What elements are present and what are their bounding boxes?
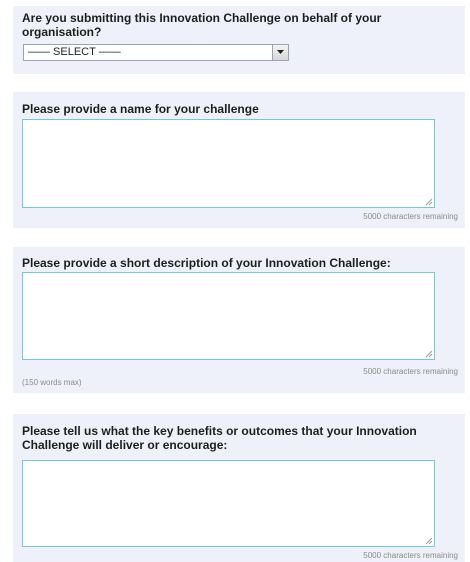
name-char-counter: 5000 characters remaining: [363, 212, 458, 221]
challenge-name-textarea[interactable]: [22, 119, 435, 208]
description-word-limit-hint: (150 words max): [22, 378, 82, 387]
description-char-counter: 5000 characters remaining: [363, 367, 458, 376]
challenge-description-textarea[interactable]: [22, 272, 435, 360]
resize-handle-icon[interactable]: [425, 537, 433, 545]
question-benefits-section: Please tell us what the key benefits or …: [13, 414, 465, 562]
question-name-section: Please provide a name for your challenge…: [13, 92, 465, 228]
question-benefits-label: Please tell us what the key benefits or …: [22, 424, 417, 452]
dropdown-arrow-icon[interactable]: [272, 45, 288, 60]
question-organisation-section: Are you submitting this Innovation Chall…: [13, 6, 465, 74]
benefits-char-counter: 5000 characters remaining: [363, 551, 458, 560]
organisation-select[interactable]: —— SELECT ——: [23, 44, 289, 61]
resize-handle-icon[interactable]: [425, 350, 433, 358]
organisation-select-value: —— SELECT ——: [28, 46, 121, 58]
question-organisation-label: Are you submitting this Innovation Chall…: [22, 11, 382, 39]
challenge-benefits-textarea[interactable]: [22, 460, 435, 547]
question-description-section: Please provide a short description of yo…: [13, 247, 465, 393]
question-name-label: Please provide a name for your challenge: [22, 102, 259, 116]
question-description-label: Please provide a short description of yo…: [22, 256, 391, 270]
resize-handle-icon[interactable]: [425, 198, 433, 206]
